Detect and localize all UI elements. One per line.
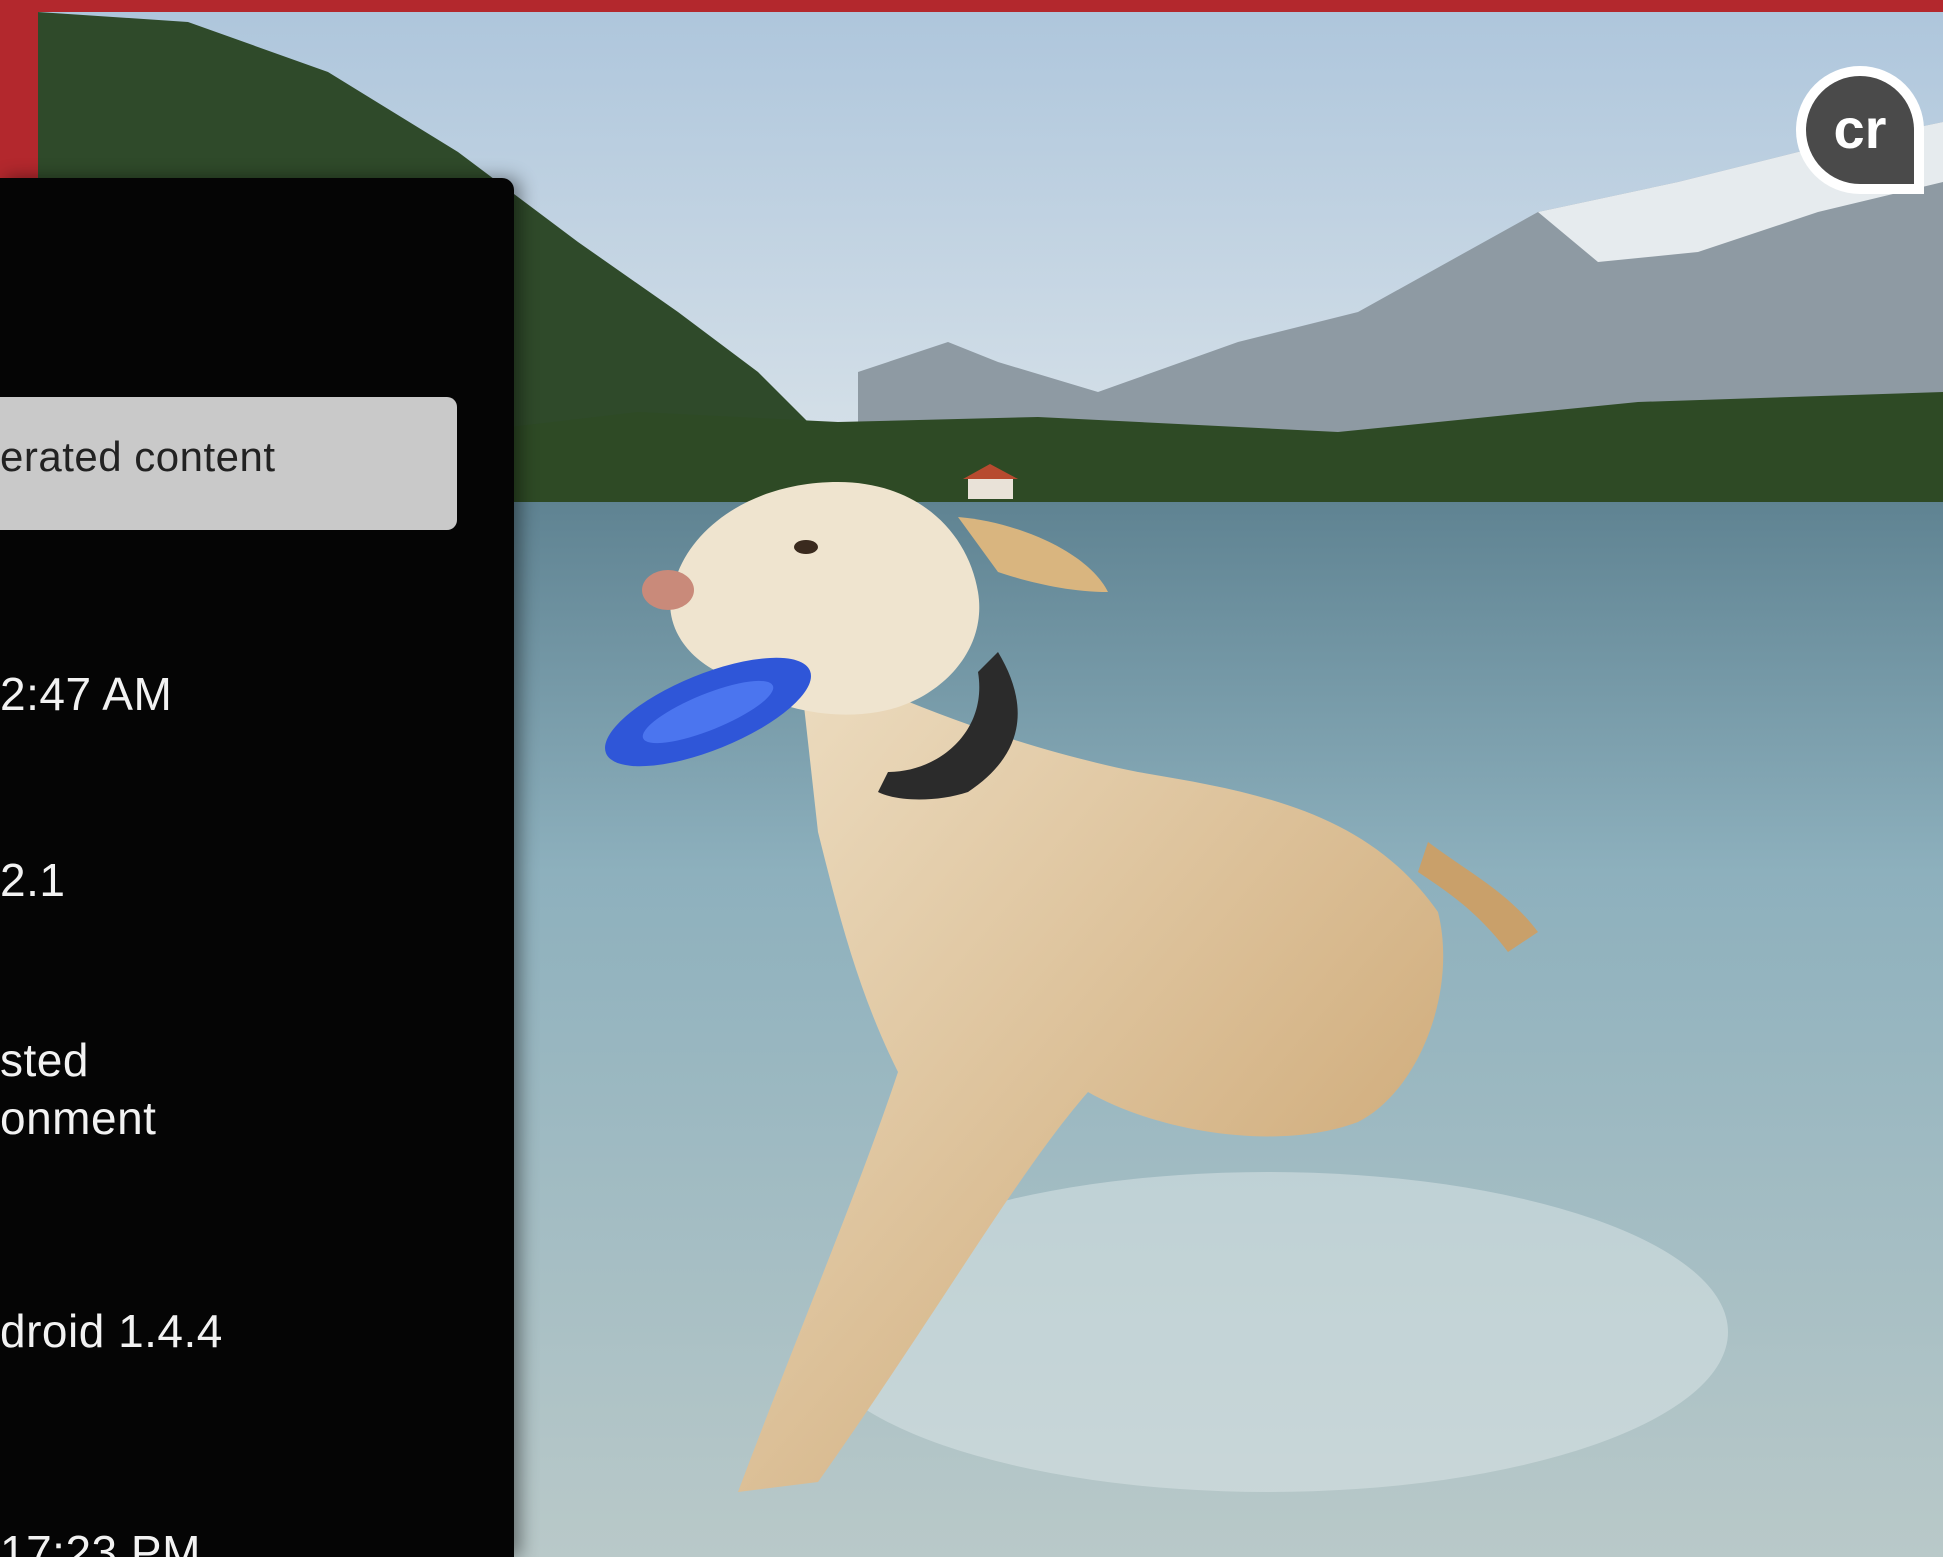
app-version-value: droid 1.4.4: [0, 1305, 223, 1357]
environment-value: sted onment: [0, 1034, 157, 1144]
top-accent-bar: [0, 0, 1943, 12]
version-value: 2.1: [0, 854, 66, 906]
content-type-item[interactable]: erated content: [0, 397, 457, 530]
content-credentials-icon[interactable]: cr: [1790, 60, 1930, 200]
content-type-label: erated content: [0, 433, 276, 480]
signed-time-value: 17:23 PM: [0, 1526, 201, 1557]
left-accent-strip: [0, 12, 38, 180]
issued-time-value: 2:47 AM: [0, 668, 173, 720]
svg-text:cr: cr: [1834, 97, 1887, 160]
content-credentials-panel: erated content 2:47 AM 2.1 sted onment d…: [0, 178, 514, 1557]
